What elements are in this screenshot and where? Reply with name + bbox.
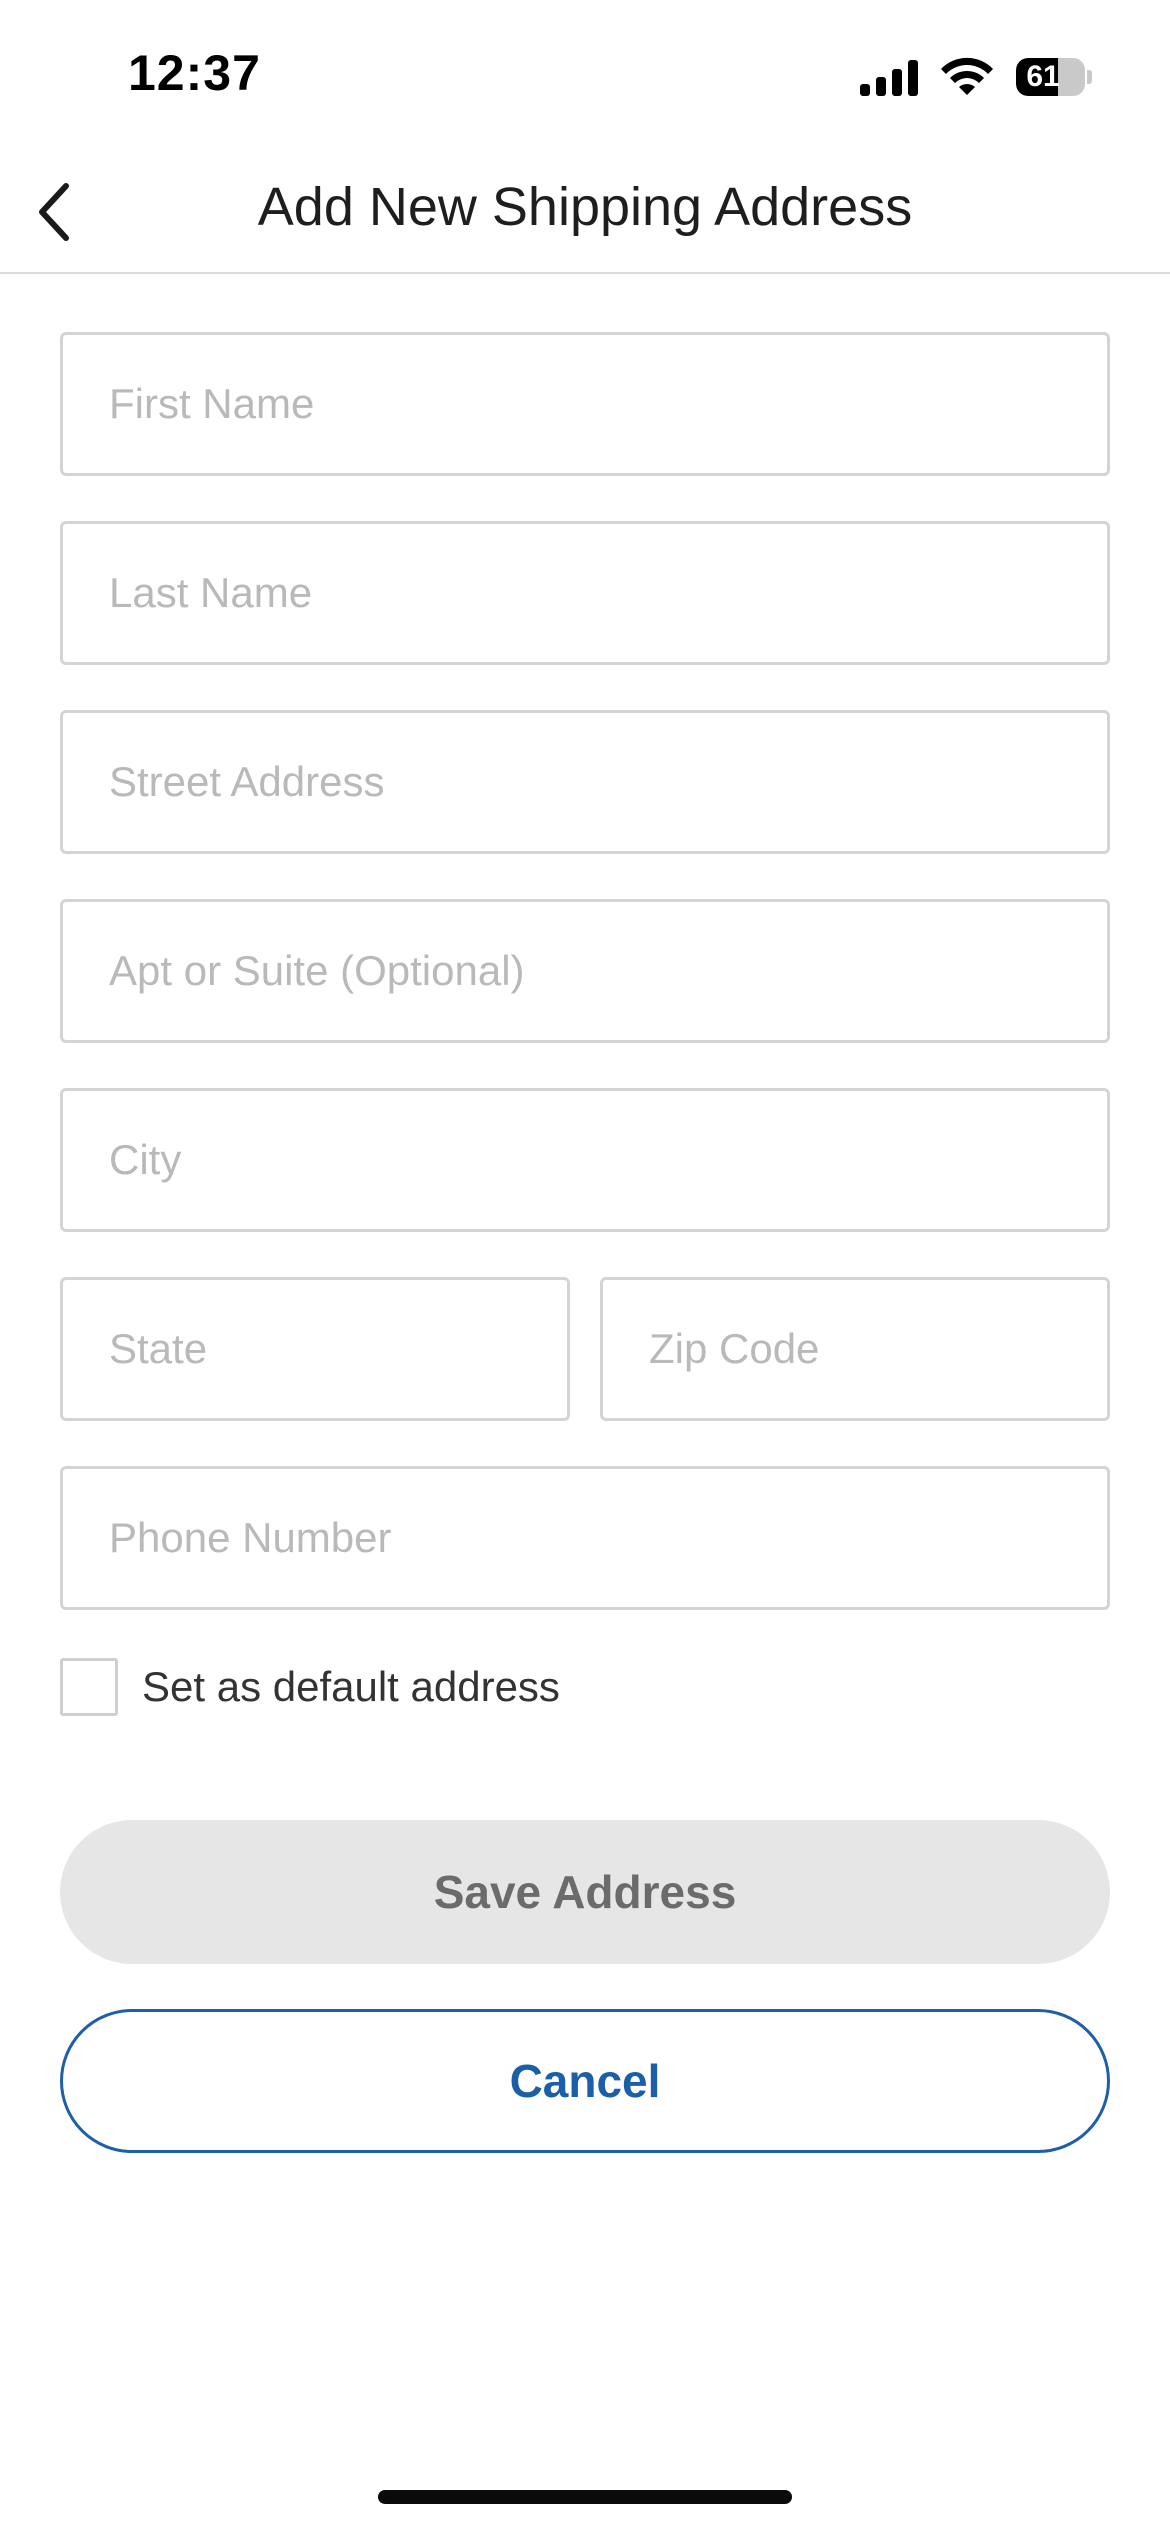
last-name-field[interactable] — [60, 521, 1110, 665]
screen: 12:37 61 Add New Shipping Address First … — [0, 0, 1170, 2532]
state-field[interactable] — [60, 1277, 570, 1421]
status-bar: 12:37 61 — [0, 0, 1170, 150]
first-name-field[interactable] — [60, 332, 1110, 476]
phone-number-field[interactable] — [60, 1466, 1110, 1610]
shipping-address-form: Set as default address — [60, 332, 1110, 1719]
cellular-signal-icon — [860, 58, 918, 96]
save-address-button[interactable]: Save Address — [60, 1820, 1110, 1964]
battery-cap — [1087, 70, 1092, 84]
battery-icon: 61 — [1016, 58, 1092, 96]
city-field[interactable] — [60, 1088, 1110, 1232]
nav-header: Add New Shipping Address — [0, 150, 1170, 274]
zip-code-field[interactable] — [600, 1277, 1110, 1421]
status-time: 12:37 — [128, 45, 261, 101]
cancel-button[interactable]: Cancel — [60, 2009, 1110, 2153]
apt-suite-field[interactable] — [60, 899, 1110, 1043]
state-zip-row — [60, 1277, 1110, 1466]
wifi-icon — [941, 57, 993, 95]
page-title: Add New Shipping Address — [257, 177, 913, 237]
battery-level: 61 — [1026, 60, 1060, 93]
status-icons: 61 — [860, 56, 1092, 98]
street-address-field[interactable] — [60, 710, 1110, 854]
battery-body: 61 — [1016, 58, 1086, 96]
default-address-row: Set as default address — [60, 1655, 1110, 1719]
default-address-label: Set as default address — [142, 1663, 560, 1710]
home-indicator — [378, 2490, 792, 2504]
default-address-checkbox[interactable] — [60, 1658, 118, 1716]
